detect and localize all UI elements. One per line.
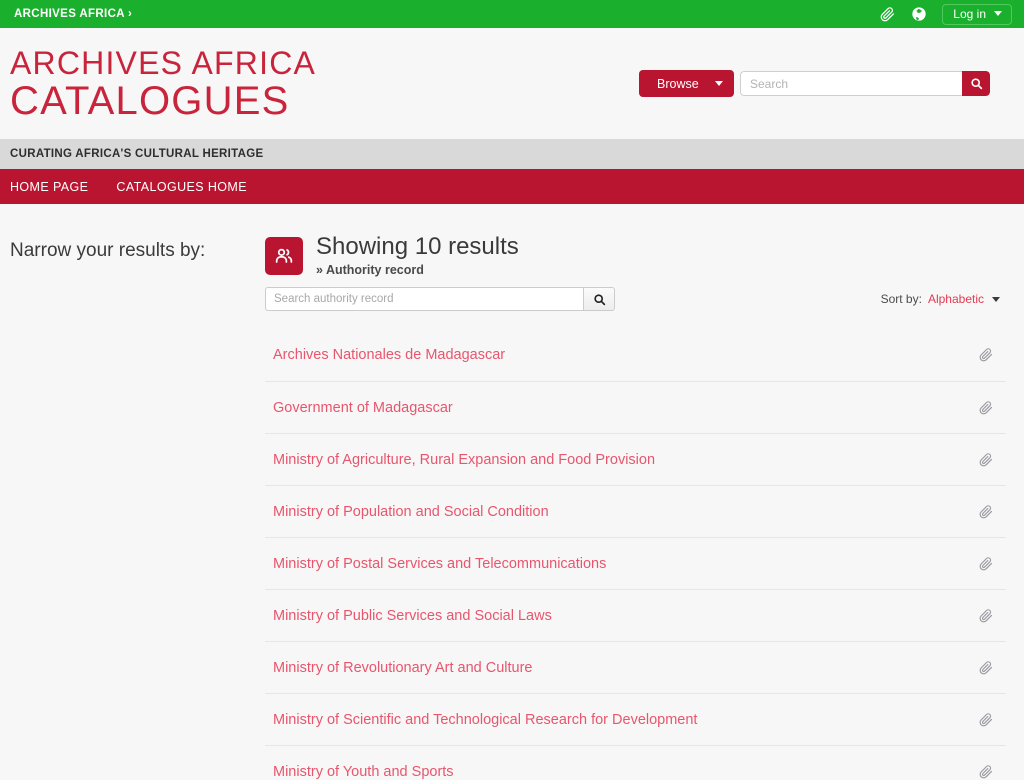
sort-control: Sort by: Alphabetic <box>881 292 1000 306</box>
authority-record-search-input[interactable] <box>265 287 583 312</box>
paperclip-icon[interactable] <box>976 658 996 678</box>
masthead: ARCHIVES AFRICA CATALOGUES Browse <box>0 28 1024 139</box>
browse-button-label: Browse <box>657 76 699 91</box>
nav-item-catalogues-home[interactable]: CATALOGUES HOME <box>116 180 247 194</box>
authority-record-list: Archives Nationales de Madagascar Govern… <box>265 329 1006 780</box>
chevron-down-icon <box>994 11 1002 16</box>
table-row[interactable]: Government of Madagascar <box>265 381 1006 433</box>
result-link[interactable]: Archives Nationales de Madagascar <box>273 347 505 363</box>
global-search <box>740 71 990 96</box>
result-link[interactable]: Government of Madagascar <box>273 400 453 416</box>
logo-line-primary: ARCHIVES AFRICA <box>10 44 317 81</box>
authority-record-search <box>265 287 615 312</box>
page-body: Narrow your results by: Showing 10 resul… <box>0 204 1024 780</box>
result-link[interactable]: Ministry of Agriculture, Rural Expansion… <box>273 452 655 468</box>
paperclip-icon[interactable] <box>976 450 996 470</box>
paperclip-icon[interactable] <box>976 345 996 365</box>
result-link[interactable]: Ministry of Youth and Sports <box>273 764 454 780</box>
results-panel: Showing 10 results » Authority record So… <box>265 234 1024 780</box>
site-logo[interactable]: ARCHIVES AFRICA CATALOGUES <box>10 47 316 121</box>
global-search-button[interactable] <box>962 71 990 96</box>
masthead-tools: Browse <box>639 70 990 97</box>
facet-sidebar-title: Narrow your results by: <box>10 240 206 261</box>
paperclip-icon[interactable] <box>878 5 896 23</box>
paperclip-icon[interactable] <box>976 502 996 522</box>
paperclip-icon[interactable] <box>976 710 996 730</box>
facet-sidebar: Narrow your results by: <box>0 234 265 780</box>
results-header: Showing 10 results » Authority record <box>265 234 1006 277</box>
login-button-label: Log in <box>953 6 986 21</box>
results-toolbar: Sort by: Alphabetic <box>265 287 1006 312</box>
result-link[interactable]: Ministry of Postal Services and Telecomm… <box>273 556 606 572</box>
users-icon <box>265 237 303 275</box>
main-navigation: HOME PAGE CATALOGUES HOME <box>0 169 1024 204</box>
paperclip-icon[interactable] <box>976 606 996 626</box>
results-header-text: Showing 10 results » Authority record <box>316 234 519 277</box>
chevron-down-icon[interactable] <box>992 296 1000 302</box>
table-row[interactable]: Ministry of Postal Services and Telecomm… <box>265 537 1006 589</box>
topbar-brand-link[interactable]: ARCHIVES AFRICA › <box>14 8 132 20</box>
result-link[interactable]: Ministry of Public Services and Social L… <box>273 608 552 624</box>
tagline-bar: CURATING AFRICA'S CULTURAL HERITAGE <box>0 139 1024 169</box>
paperclip-icon[interactable] <box>976 762 996 780</box>
table-row[interactable]: Ministry of Scientific and Technological… <box>265 693 1006 745</box>
globe-icon[interactable] <box>910 5 928 23</box>
table-row[interactable]: Ministry of Revolutionary Art and Cultur… <box>265 641 1006 693</box>
results-entity-subtitle: » Authority record <box>316 263 424 278</box>
authority-record-search-button[interactable] <box>583 287 615 312</box>
browse-button[interactable]: Browse <box>639 70 734 97</box>
table-row[interactable]: Archives Nationales de Madagascar <box>265 329 1006 381</box>
topbar-actions: Log in <box>878 3 1012 25</box>
result-link[interactable]: Ministry of Revolutionary Art and Cultur… <box>273 660 533 676</box>
paperclip-icon[interactable] <box>976 554 996 574</box>
login-button[interactable]: Log in <box>942 3 1012 25</box>
results-count-title: Showing 10 results <box>316 233 519 260</box>
global-search-input[interactable] <box>740 71 962 96</box>
sort-label: Sort by: <box>880 292 922 307</box>
table-row[interactable]: Ministry of Population and Social Condit… <box>265 485 1006 537</box>
result-link[interactable]: Ministry of Scientific and Technological… <box>273 712 697 728</box>
chevron-down-icon <box>715 81 723 86</box>
logo-line-secondary: CATALOGUES <box>10 78 290 123</box>
nav-item-home-page[interactable]: HOME PAGE <box>10 180 88 194</box>
table-row[interactable]: Ministry of Youth and Sports <box>265 745 1006 780</box>
table-row[interactable]: Ministry of Public Services and Social L… <box>265 589 1006 641</box>
sort-selected-value[interactable]: Alphabetic <box>928 292 984 306</box>
paperclip-icon[interactable] <box>976 398 996 418</box>
table-row[interactable]: Ministry of Agriculture, Rural Expansion… <box>265 433 1006 485</box>
top-utility-bar: ARCHIVES AFRICA › Log in <box>0 0 1024 28</box>
result-link[interactable]: Ministry of Population and Social Condit… <box>273 504 549 520</box>
